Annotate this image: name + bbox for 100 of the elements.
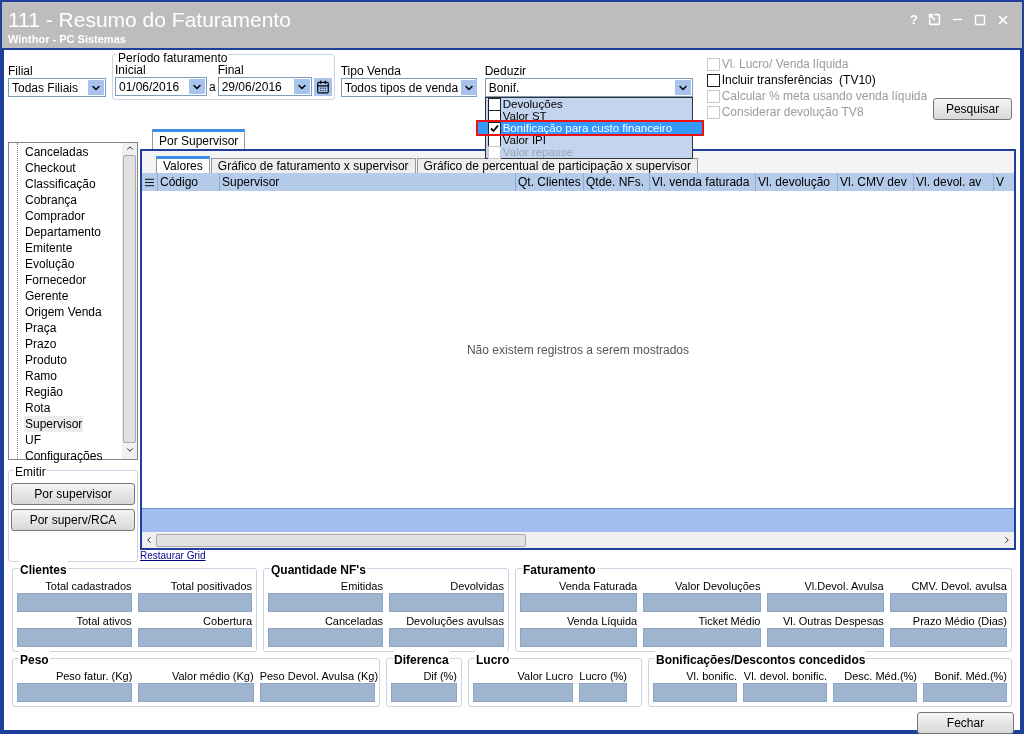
field-label: Valor Lucro bbox=[516, 669, 573, 683]
restore-grid-link[interactable]: Restaurar Grid bbox=[140, 550, 206, 562]
field-label: Bonif. Méd.(%) bbox=[933, 669, 1007, 683]
tree-item[interactable]: Cobrança bbox=[24, 192, 79, 208]
report-button[interactable]: Por superv/RCA bbox=[11, 509, 135, 531]
value-field[interactable] bbox=[17, 628, 132, 647]
scroll-left-icon[interactable] bbox=[144, 535, 154, 545]
field-label: Total cadastrados bbox=[44, 579, 132, 593]
restore-icon[interactable] bbox=[928, 13, 941, 27]
tree-item[interactable]: UF bbox=[24, 432, 42, 448]
value-field[interactable] bbox=[391, 683, 457, 702]
scroll-right-icon[interactable] bbox=[1002, 535, 1012, 545]
value-field[interactable] bbox=[923, 683, 1007, 702]
checkbox[interactable] bbox=[487, 97, 501, 111]
scroll-up-icon[interactable] bbox=[124, 143, 135, 153]
column-header[interactable]: Vl. devolução bbox=[755, 173, 837, 191]
tree-item[interactable]: Supervisor bbox=[24, 416, 84, 432]
field-label: Vl. Outras Despesas bbox=[781, 614, 884, 628]
dropdown-option[interactable]: Devoluções bbox=[485, 98, 692, 110]
tree-item[interactable]: Fornecedor bbox=[24, 272, 88, 288]
column-header[interactable]: V bbox=[993, 173, 1009, 191]
maximize-icon[interactable] bbox=[974, 13, 986, 26]
value-field[interactable] bbox=[268, 593, 383, 612]
report-button[interactable]: Por supervisor bbox=[11, 483, 135, 505]
field-label: Vl. bonific. bbox=[685, 669, 737, 683]
dropdown-option[interactable]: Valor IPI bbox=[485, 134, 692, 146]
value-field[interactable] bbox=[259, 683, 375, 702]
value-field[interactable] bbox=[17, 593, 132, 612]
value-field[interactable] bbox=[473, 683, 573, 702]
value-field[interactable] bbox=[138, 683, 254, 702]
tree-item[interactable]: Comprador bbox=[24, 208, 87, 224]
deduct-dropdown[interactable]: Bonif. bbox=[484, 78, 693, 97]
tab[interactable]: Gráfico de percentual de participação x supervisor bbox=[416, 158, 699, 173]
value-field[interactable] bbox=[137, 593, 252, 612]
value-field[interactable] bbox=[743, 683, 827, 702]
column-header[interactable]: Vl. CMV dev bbox=[837, 173, 913, 191]
value-field[interactable] bbox=[833, 683, 917, 702]
value-field[interactable] bbox=[268, 628, 383, 647]
vertical-scrollbar[interactable] bbox=[122, 143, 137, 459]
tree-item[interactable]: Checkout bbox=[24, 160, 77, 176]
field-label: Ticket Médio bbox=[697, 614, 761, 628]
tree-item[interactable]: Produto bbox=[24, 352, 69, 368]
field-label: Deduzir bbox=[484, 64, 528, 78]
field-label: Desc. Méd.(%) bbox=[843, 669, 917, 683]
field-label: Dif (%) bbox=[422, 669, 457, 683]
checkbox[interactable] bbox=[487, 121, 501, 135]
tree-item[interactable]: Evolução bbox=[24, 256, 76, 272]
value-field[interactable] bbox=[643, 593, 761, 612]
field-label: Lucro (%) bbox=[579, 669, 627, 683]
value-field[interactable] bbox=[17, 683, 133, 702]
tree-item[interactable]: Classificação bbox=[24, 176, 97, 192]
tab[interactable]: Gráfico de faturamento x supervisor bbox=[210, 158, 416, 173]
value-field[interactable] bbox=[766, 593, 884, 612]
end-date-field[interactable]: 29/06/2016 bbox=[217, 77, 312, 96]
tree-item[interactable]: Departamento bbox=[24, 224, 103, 240]
tree-item[interactable]: Gerente bbox=[24, 288, 70, 304]
field-label: Valor médio (Kg) bbox=[170, 669, 254, 683]
column-header[interactable]: Vl. venda faturada bbox=[649, 173, 755, 191]
tree-item[interactable]: Origem Venda bbox=[24, 304, 103, 320]
column-header[interactable]: Qt. Clientes bbox=[515, 173, 583, 191]
column-header[interactable]: Supervisor bbox=[219, 173, 515, 191]
calendar-icon[interactable] bbox=[313, 78, 332, 96]
sale-type-dropdown[interactable]: Todos tipos de venda bbox=[340, 78, 477, 97]
column-header[interactable]: Código bbox=[157, 173, 219, 191]
field-label: Inicial bbox=[115, 63, 147, 77]
tree-item[interactable]: Prazo bbox=[24, 336, 58, 352]
tree-item[interactable]: Região bbox=[24, 384, 65, 400]
empty-message: Não existem registros a serem mostrados bbox=[466, 341, 690, 359]
value-field[interactable] bbox=[579, 683, 627, 702]
column-header[interactable]: Qtde. NFs. bbox=[583, 173, 649, 191]
tree-item[interactable]: Emitente bbox=[24, 240, 74, 256]
column-header[interactable]: Vl. devol. av bbox=[913, 173, 993, 191]
close-button[interactable]: Fechar bbox=[917, 712, 1014, 734]
search-button[interactable]: Pesquisar bbox=[933, 98, 1012, 120]
tab[interactable]: Valores bbox=[156, 156, 210, 173]
value-field[interactable] bbox=[653, 683, 737, 702]
tree-item[interactable]: Ramo bbox=[24, 368, 58, 384]
value-field[interactable] bbox=[520, 628, 638, 647]
tree-item[interactable]: Rota bbox=[24, 400, 52, 416]
horizontal-scrollbar[interactable] bbox=[142, 532, 1014, 548]
column-chooser-icon[interactable] bbox=[144, 176, 155, 188]
tree-item[interactable]: Configurações bbox=[24, 448, 104, 464]
field-label: Canceladas bbox=[323, 614, 383, 628]
scroll-down-icon[interactable] bbox=[124, 445, 135, 455]
field-label: Peso fatur. (Kg) bbox=[54, 669, 133, 683]
value-field[interactable] bbox=[643, 628, 761, 647]
value-field[interactable] bbox=[389, 628, 504, 647]
value-field[interactable] bbox=[889, 593, 1007, 612]
value-field[interactable] bbox=[389, 593, 504, 612]
tree-item[interactable]: Canceladas bbox=[24, 144, 90, 160]
branch-dropdown[interactable]: Todas Filiais bbox=[8, 78, 106, 97]
tree-item[interactable]: Praça bbox=[24, 320, 58, 336]
value-field[interactable] bbox=[766, 628, 884, 647]
tab[interactable]: Por Supervisor bbox=[152, 129, 246, 149]
checkbox-label: Vl. Lucro/ Venda líquida bbox=[721, 57, 849, 72]
value-field[interactable] bbox=[889, 628, 1007, 647]
checkbox[interactable] bbox=[706, 74, 720, 87]
start-date-field[interactable]: 01/06/2016 bbox=[115, 77, 207, 96]
value-field[interactable] bbox=[520, 593, 638, 612]
value-field[interactable] bbox=[137, 628, 252, 647]
